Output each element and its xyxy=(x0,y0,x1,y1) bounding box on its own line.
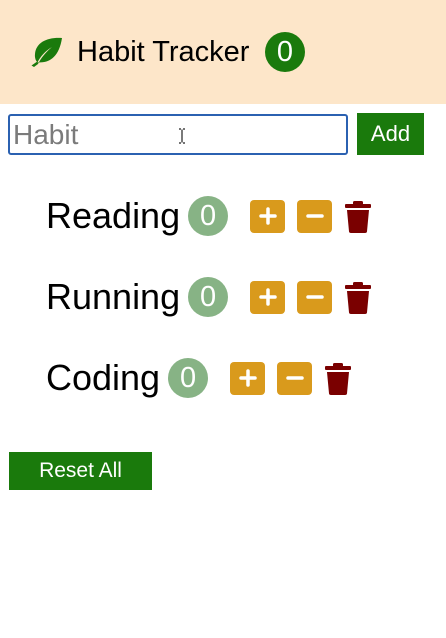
decrement-button[interactable] xyxy=(277,361,313,395)
plus-icon xyxy=(238,369,257,387)
trash-icon xyxy=(345,200,372,233)
add-button[interactable]: Add xyxy=(357,113,424,155)
increment-button[interactable] xyxy=(250,199,286,233)
minus-icon xyxy=(285,376,304,380)
text-cursor-icon xyxy=(178,128,186,144)
increment-button[interactable] xyxy=(230,361,266,395)
plus-icon xyxy=(258,288,277,306)
increment-button[interactable] xyxy=(250,280,286,314)
page-title: Habit Tracker xyxy=(77,36,250,68)
habit-item: Coding 0 xyxy=(46,358,352,398)
delete-button[interactable] xyxy=(344,281,372,314)
delete-button[interactable] xyxy=(324,362,352,395)
decrement-button[interactable] xyxy=(297,199,333,233)
header: Habit Tracker 0 xyxy=(0,0,446,104)
leaf-icon xyxy=(28,36,64,68)
reset-all-button[interactable]: Reset All xyxy=(9,452,152,490)
total-count-badge: 0 xyxy=(265,32,305,72)
plus-icon xyxy=(258,207,277,225)
minus-icon xyxy=(305,295,324,299)
trash-icon xyxy=(325,362,352,395)
habit-item: Reading 0 xyxy=(46,196,372,236)
trash-icon xyxy=(345,281,372,314)
minus-icon xyxy=(305,214,324,218)
decrement-button[interactable] xyxy=(297,280,333,314)
habit-name: Coding xyxy=(46,357,161,398)
habit-item: Running 0 xyxy=(46,277,372,317)
delete-button[interactable] xyxy=(344,200,372,233)
habit-name: Running xyxy=(46,276,181,317)
count-badge: 0 xyxy=(168,358,209,398)
count-badge: 0 xyxy=(188,196,229,236)
habit-name: Reading xyxy=(46,195,181,236)
count-badge: 0 xyxy=(188,277,229,317)
